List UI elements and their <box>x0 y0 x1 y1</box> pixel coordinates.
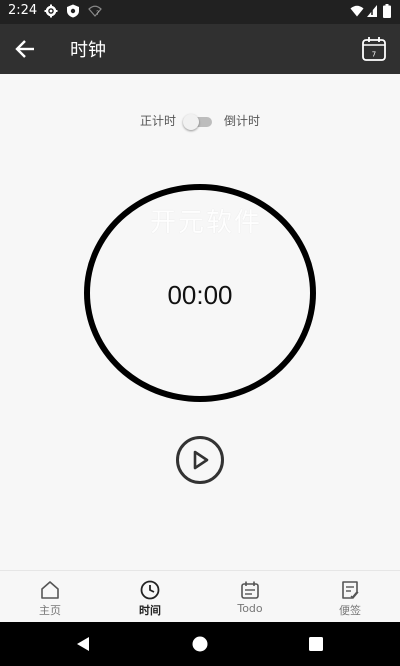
mode-toggle-row: 正计时 倒计时 <box>0 112 400 132</box>
mode-switch[interactable] <box>183 114 213 130</box>
status-time: 2:24 <box>8 3 38 18</box>
countdown-label: 倒计时 <box>224 114 261 128</box>
signal-icon <box>367 5 377 17</box>
count-up-label: 正计时 <box>139 114 176 128</box>
back-arrow-icon[interactable] <box>12 36 40 62</box>
clock-icon <box>140 580 160 600</box>
wifi-question-icon: ? <box>88 5 102 17</box>
nav-label-todo: Todo <box>237 602 263 615</box>
nav-item-todo[interactable]: Todo <box>200 571 300 623</box>
svg-text:?: ? <box>96 10 99 17</box>
switch-thumb <box>183 114 199 130</box>
note-icon <box>342 581 359 600</box>
play-icon <box>193 450 209 470</box>
calendar-button[interactable]: 7 <box>360 34 388 64</box>
timer-display: 00:00 <box>167 280 233 310</box>
page-title: 时钟 <box>70 40 106 61</box>
shield-icon <box>67 4 79 18</box>
recents-square-icon[interactable] <box>307 635 325 653</box>
nav-item-notes[interactable]: 便签 <box>300 571 400 623</box>
todo-calendar-icon <box>241 581 259 599</box>
play-button[interactable] <box>176 436 224 484</box>
status-bar: 2:24 ? <box>0 0 400 24</box>
nav-label-notes: 便签 <box>339 604 361 617</box>
home-icon <box>41 581 59 599</box>
gear-icon <box>44 4 58 18</box>
nav-item-home[interactable]: 主页 <box>0 571 100 623</box>
watermark-text: 开元软件 <box>150 208 263 238</box>
battery-icon <box>383 4 391 18</box>
calendar-day: 7 <box>372 51 376 59</box>
app-bar: 时钟 7 <box>0 24 400 74</box>
nav-item-time[interactable]: 时间 <box>100 571 200 623</box>
nav-label-home: 主页 <box>39 604 61 617</box>
calendar-icon: 7 <box>362 37 386 61</box>
back-triangle-icon[interactable] <box>74 635 92 653</box>
system-nav-bar <box>0 622 400 666</box>
home-circle-icon[interactable] <box>191 635 209 653</box>
wifi-icon <box>350 5 364 17</box>
nav-label-time: 时间 <box>139 604 161 617</box>
bottom-nav: 主页 时间 Todo 便签 <box>0 570 400 622</box>
